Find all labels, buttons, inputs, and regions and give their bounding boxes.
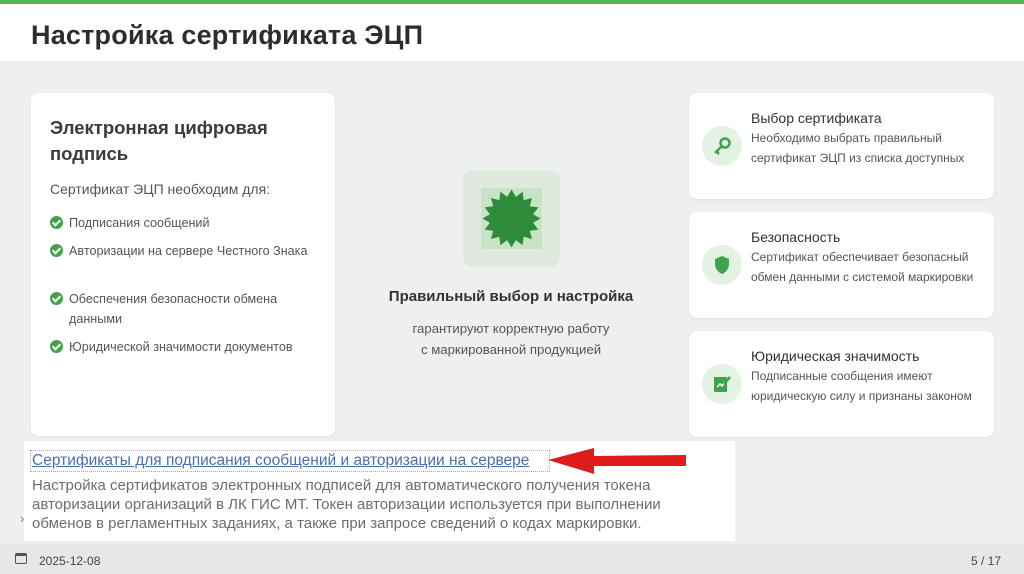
card-text: Подписанные сообщения имеют юридическую … <box>751 369 972 403</box>
purpose-list: Подписания сообщений Авторизации на серв… <box>50 213 320 357</box>
check-icon <box>50 340 63 353</box>
footer: 2025-12-08 5 / 17 <box>0 544 1024 574</box>
slide-date: 2025-12-08 <box>39 554 101 568</box>
card-title: Выбор сертификата <box>751 110 882 126</box>
list-item: Юридической значимости документов <box>50 337 320 357</box>
list-item: Авторизации на сервере Честного Знака <box>50 241 320 261</box>
center-title: Правильный выбор и настройка <box>388 288 634 305</box>
check-icon <box>50 244 63 257</box>
screenshot-description: Настройка сертификатов электронных подпи… <box>32 477 661 532</box>
card-title: Юридическая значимость <box>751 348 920 364</box>
center-text-line: гарантируют корректную работу <box>412 321 610 336</box>
key-icon <box>702 126 742 166</box>
signature-info-card: Электронная цифровая подпись Сертификат … <box>31 93 335 436</box>
card-text: Сертификат обеспечивает безопасный обмен… <box>751 250 974 284</box>
list-item-label: Юридической значимости документов <box>69 340 293 354</box>
center-text-line: с маркированной продукцией <box>420 342 602 357</box>
page-counter: 5 / 17 <box>970 554 1001 568</box>
center-text: гарантируют корректную работу с маркиров… <box>350 318 672 360</box>
card-subtitle: Сертификат ЭЦП необходим для: <box>50 181 271 197</box>
certificate-choice-card: Выбор сертификата Необходимо выбрать пра… <box>689 93 994 199</box>
page-title: Настройка сертификата ЭЦП <box>31 20 424 50</box>
card-title: Безопасность <box>751 229 841 245</box>
check-icon <box>50 292 63 305</box>
list-item-label: Авторизации на сервере Честного Знака <box>69 244 308 258</box>
header: Настройка сертификата ЭЦП <box>0 4 1024 61</box>
calendar-icon <box>15 553 27 564</box>
card-title: Электронная цифровая подпись <box>50 117 268 164</box>
card-text: Необходимо выбрать правильный сертификат… <box>751 131 965 165</box>
certificates-link[interactable]: Сертификаты для подписания сообщений и а… <box>32 452 529 470</box>
collapse-caret-icon[interactable]: › <box>20 511 24 526</box>
check-icon <box>50 216 63 229</box>
list-item: Подписания сообщений <box>50 213 320 233</box>
list-item: Обеспечения безопасности обмена данными <box>50 289 320 329</box>
seal-icon <box>463 170 560 267</box>
security-card: Безопасность Сертификат обеспечивает без… <box>689 212 994 318</box>
red-arrow-icon <box>548 448 686 474</box>
list-item-label: Обеспечения безопасности обмена данными <box>69 292 278 326</box>
legal-significance-card: Юридическая значимость Подписанные сообщ… <box>689 331 994 437</box>
signature-icon <box>702 364 742 404</box>
list-item-label: Подписания сообщений <box>69 216 210 230</box>
shield-icon <box>702 245 742 285</box>
